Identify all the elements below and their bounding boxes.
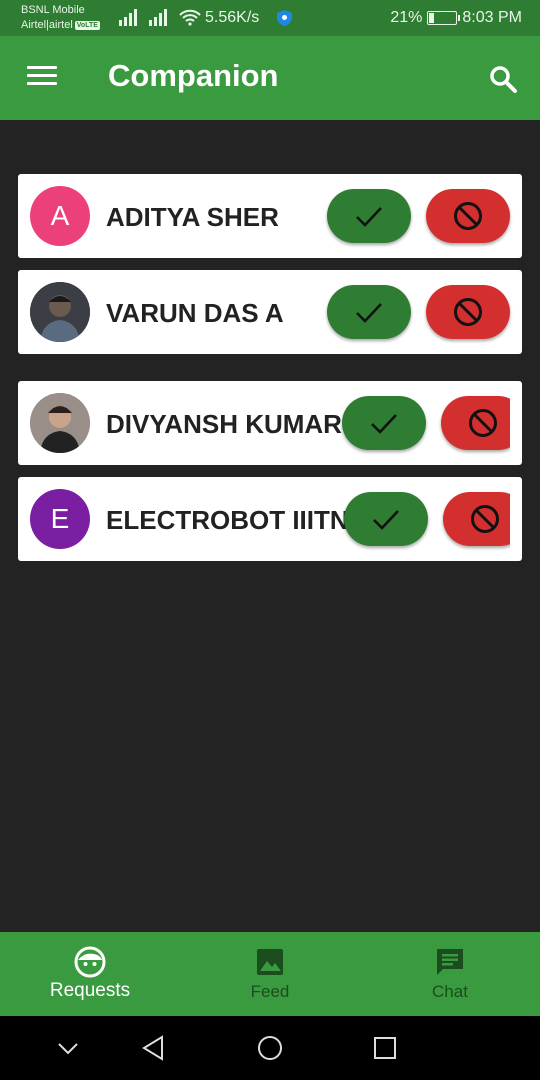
card-clip: DIVYANSH KUMAR xyxy=(18,381,510,465)
person-photo-icon xyxy=(30,282,90,342)
reject-button[interactable] xyxy=(426,285,510,339)
request-name: ELECTROBOT IIITN xyxy=(106,505,349,535)
carrier-line-1: BSNL Mobile xyxy=(21,4,85,16)
app-bar: Companion xyxy=(0,36,540,120)
reject-button[interactable] xyxy=(441,396,510,450)
battery-icon xyxy=(427,11,461,25)
nav-requests[interactable]: Requests xyxy=(0,932,180,1016)
block-icon xyxy=(471,505,499,533)
image-icon xyxy=(257,949,283,975)
nav-feed[interactable]: Feed xyxy=(180,932,360,1016)
nav-chat-label: Chat xyxy=(432,982,468,1001)
clock: 8:03 PM xyxy=(462,9,522,26)
recents-icon[interactable] xyxy=(371,1034,399,1062)
request-card-divyansh: DIVYANSH KUMAR xyxy=(18,381,522,465)
signal-icons xyxy=(118,8,202,26)
wifi-icon xyxy=(179,9,201,26)
signal-icon-2 xyxy=(149,9,167,26)
battery-percent: 21% xyxy=(390,9,423,26)
accept-button[interactable] xyxy=(327,189,411,243)
accept-button[interactable] xyxy=(344,492,428,546)
accept-button[interactable] xyxy=(342,396,426,450)
block-icon xyxy=(469,409,497,437)
request-card-aditya: A ADITYA SHER xyxy=(18,174,522,258)
request-card-electrobot: E ELECTROBOT IIITN xyxy=(18,477,522,561)
request-name: ADITYA SHER xyxy=(106,202,279,232)
status-right: 21% 8:03 PM xyxy=(390,9,522,27)
avatar: A xyxy=(30,186,90,246)
block-icon xyxy=(454,298,482,326)
back-icon[interactable] xyxy=(140,1034,168,1062)
request-name: VARUN DAS A xyxy=(106,298,284,328)
check-icon xyxy=(371,414,397,434)
nav-requests-label: Requests xyxy=(49,980,131,1001)
card-clip: E ELECTROBOT IIITN xyxy=(18,477,510,561)
home-icon[interactable] xyxy=(256,1034,284,1062)
block-icon xyxy=(454,202,482,230)
check-icon xyxy=(373,510,399,530)
face-icon xyxy=(74,946,106,978)
reject-button[interactable] xyxy=(426,189,510,243)
shield-icon xyxy=(277,10,292,26)
network-speed: 5.56K/s xyxy=(205,9,260,26)
signal-icon xyxy=(119,9,137,26)
nav-feed-label: Feed xyxy=(250,982,290,1001)
reject-button[interactable] xyxy=(443,492,510,546)
chevron-down-icon[interactable] xyxy=(54,1034,82,1062)
avatar xyxy=(30,282,90,342)
check-icon xyxy=(356,207,382,227)
request-name: DIVYANSH KUMAR xyxy=(106,409,342,439)
nav-chat[interactable]: Chat xyxy=(360,932,540,1016)
chat-icon xyxy=(437,949,463,975)
accept-button[interactable] xyxy=(327,285,411,339)
check-icon xyxy=(356,303,382,323)
volte-badge: VoLTE xyxy=(74,20,100,30)
person-photo-icon xyxy=(30,393,90,453)
status-bar: BSNL Mobile Airtel|airtel VoLTE 5.56K/s 2… xyxy=(0,0,540,36)
system-navigation-bar xyxy=(0,1016,540,1080)
search-icon[interactable] xyxy=(487,63,519,95)
battery-fill xyxy=(429,13,435,23)
avatar xyxy=(30,393,90,453)
request-card-varun: VARUN DAS A xyxy=(18,270,522,354)
carrier-line-2: Airtel|airtel xyxy=(21,19,73,31)
menu-icon[interactable] xyxy=(27,66,57,90)
app-title: Companion xyxy=(108,58,279,93)
avatar: E xyxy=(30,489,90,549)
bottom-navigation: Requests Feed Chat xyxy=(0,932,540,1016)
carrier-info: BSNL Mobile Airtel|airtel VoLTE xyxy=(21,3,100,33)
